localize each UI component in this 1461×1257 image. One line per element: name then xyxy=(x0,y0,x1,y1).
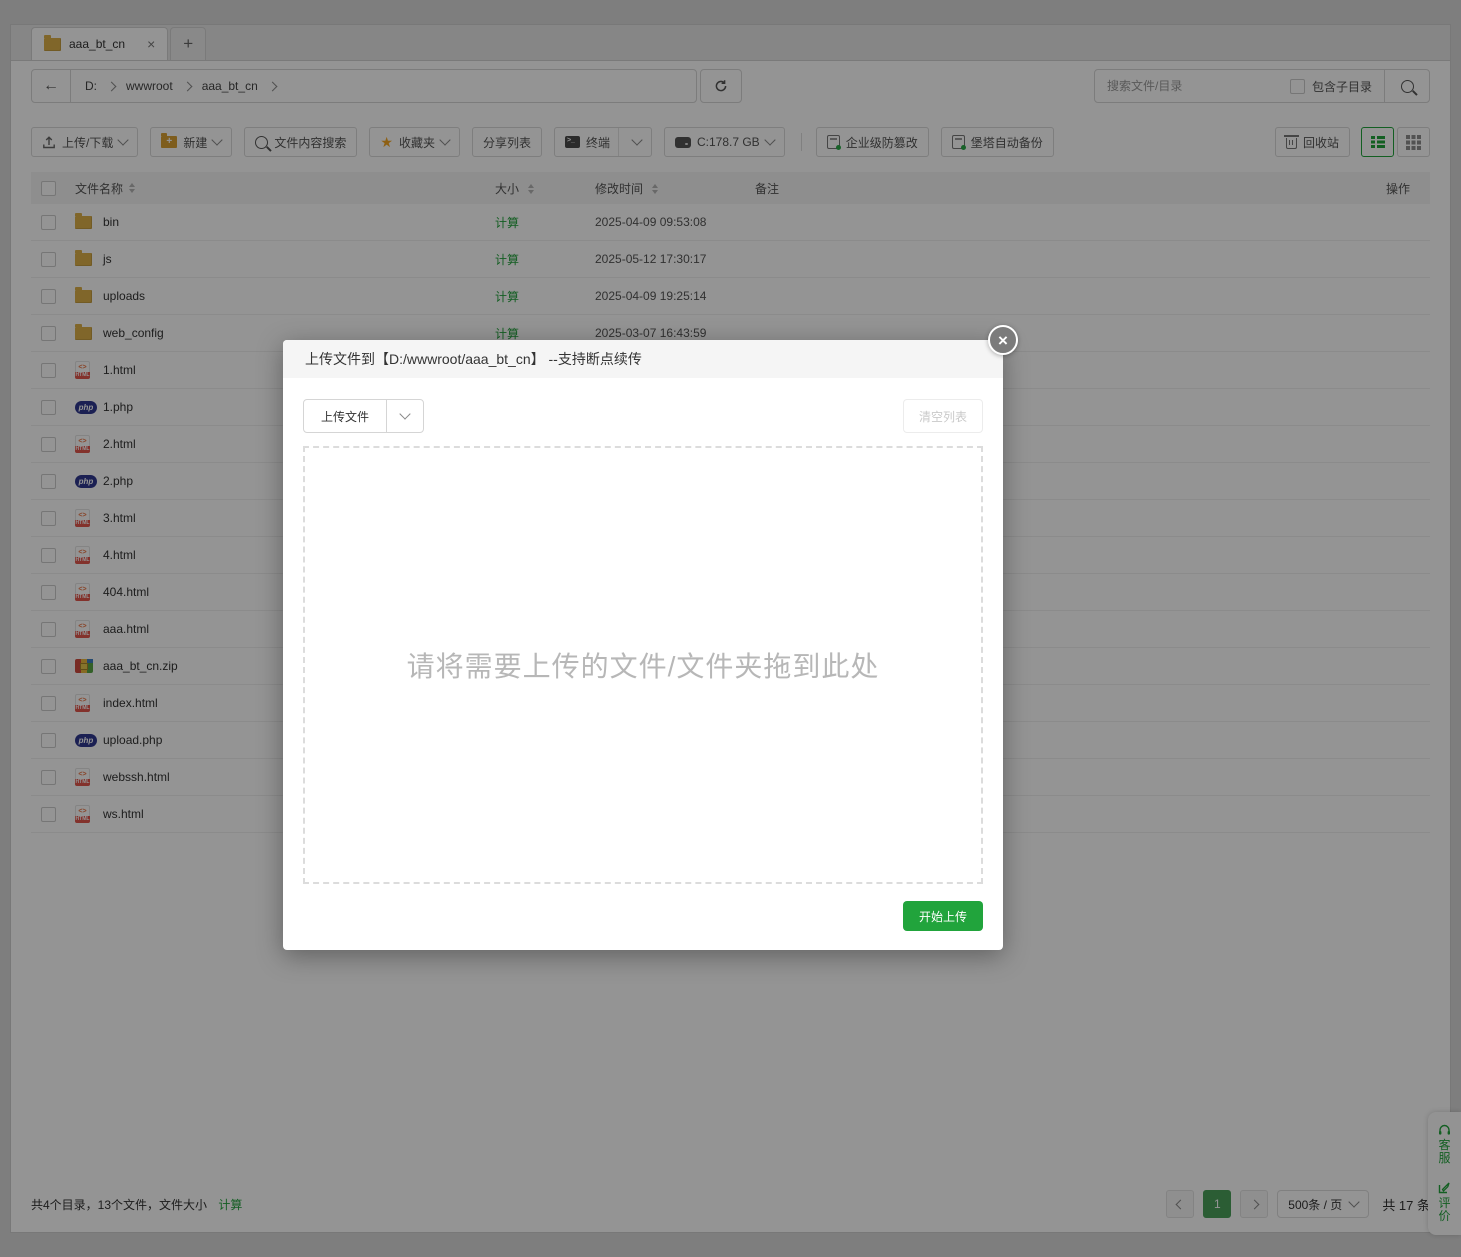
start-upload-button[interactable]: 开始上传 xyxy=(903,901,983,931)
upload-file-dropdown[interactable] xyxy=(386,400,423,432)
dialog-title: 上传文件到【D:/wwwroot/aaa_bt_cn】 --支持断点续传 xyxy=(283,340,1003,378)
dropzone-hint: 请将需要上传的文件/文件夹拖到此处 xyxy=(407,645,880,685)
page: aaa_bt_cn × + ← D: wwwroot aaa_bt_cn xyxy=(0,0,1461,1257)
upload-dropzone[interactable]: 请将需要上传的文件/文件夹拖到此处 xyxy=(303,446,983,884)
upload-dialog: × 上传文件到【D:/wwwroot/aaa_bt_cn】 --支持断点续传 上… xyxy=(283,340,1003,950)
dialog-close-button[interactable]: × xyxy=(988,325,1018,355)
clear-list-button[interactable]: 清空列表 xyxy=(903,399,983,433)
upload-file-split-button: 上传文件 xyxy=(303,399,424,433)
upload-file-button[interactable]: 上传文件 xyxy=(304,400,386,432)
chevron-down-icon xyxy=(399,408,410,419)
